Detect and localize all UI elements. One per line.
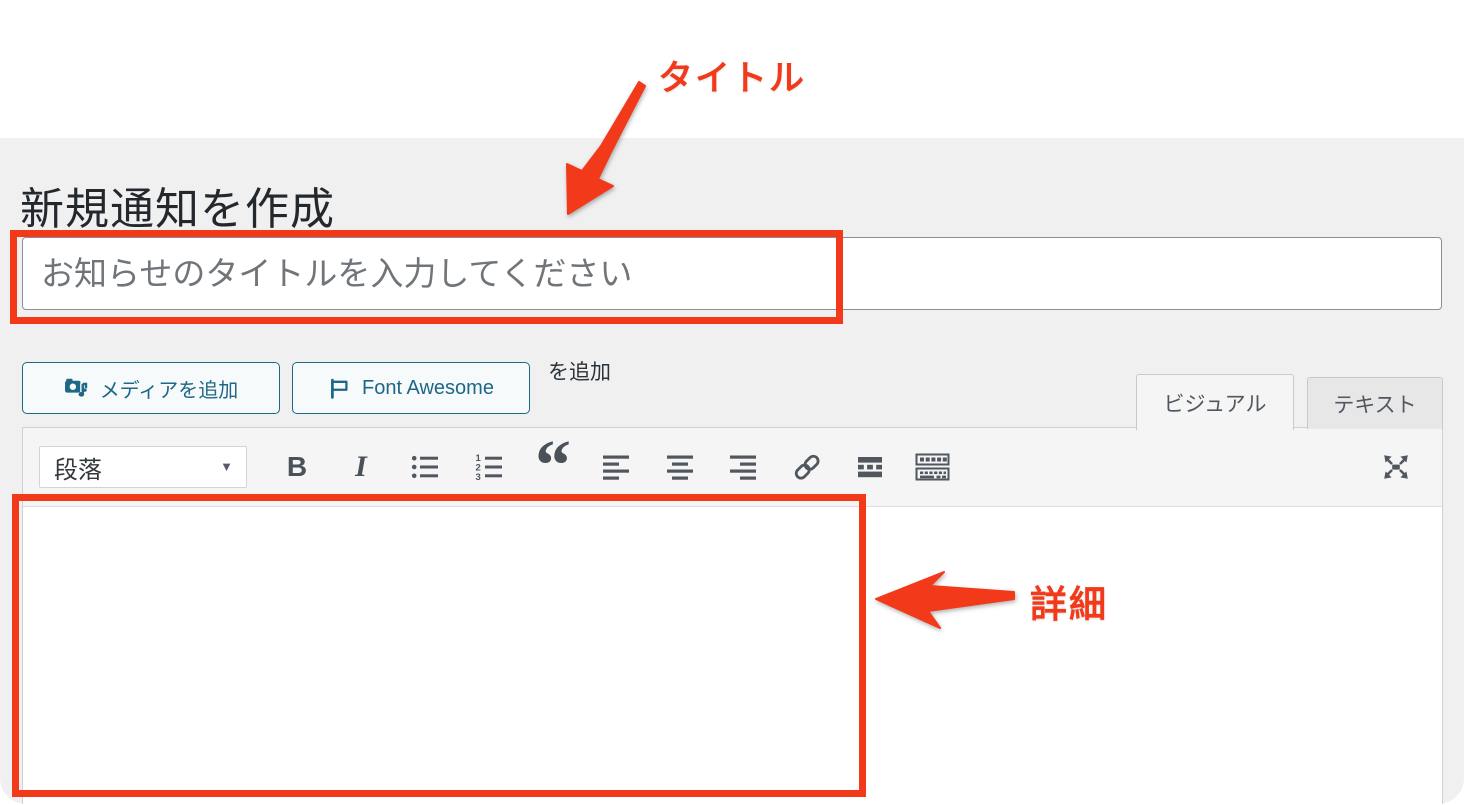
- italic-icon: I: [355, 450, 367, 484]
- paragraph-dropdown[interactable]: 段落 ▼: [39, 446, 247, 488]
- align-right-icon: [728, 452, 758, 482]
- page-title: 新規通知を作成: [20, 173, 335, 237]
- bold-button[interactable]: B: [275, 441, 319, 493]
- flag-icon: [328, 377, 351, 400]
- align-center-icon: [665, 452, 695, 482]
- add-media-button[interactable]: メディアを追加: [22, 362, 280, 414]
- numbered-list-icon: 1 2 3: [474, 452, 504, 482]
- blockquote-button[interactable]: “: [531, 441, 575, 493]
- bulleted-list-button[interactable]: [403, 441, 447, 493]
- align-right-button[interactable]: [721, 441, 765, 493]
- paragraph-dropdown-label: 段落: [54, 450, 102, 485]
- tab-text-label: テキスト: [1333, 389, 1416, 419]
- tab-text[interactable]: テキスト: [1307, 377, 1443, 429]
- align-center-button[interactable]: [658, 441, 702, 493]
- editor-container: 段落 ▼ B I 1 2 3: [22, 427, 1443, 804]
- read-more-icon: [855, 452, 885, 482]
- tab-visual[interactable]: ビジュアル: [1136, 374, 1294, 430]
- numbered-list-button[interactable]: 1 2 3: [467, 441, 511, 493]
- link-icon: [791, 451, 823, 483]
- chevron-down-icon: ▼: [220, 459, 233, 474]
- editor-toolbar: 段落 ▼ B I 1 2 3: [23, 428, 1442, 507]
- bold-icon: B: [287, 451, 307, 483]
- align-left-button[interactable]: [594, 441, 638, 493]
- add-media-label: メディアを追加: [100, 374, 239, 403]
- toolbar-toggle-button[interactable]: [911, 441, 955, 493]
- tab-visual-label: ビジュアル: [1164, 388, 1267, 418]
- font-awesome-button[interactable]: Font Awesome: [292, 362, 530, 414]
- blockquote-icon: “: [535, 465, 571, 495]
- font-awesome-label: Font Awesome: [362, 377, 494, 400]
- fullscreen-button[interactable]: [1374, 441, 1418, 493]
- editor-content-area[interactable]: [23, 507, 1442, 805]
- fullscreen-icon: [1379, 450, 1413, 484]
- post-title-input[interactable]: [22, 237, 1442, 310]
- italic-button[interactable]: I: [339, 441, 383, 493]
- svg-text:3: 3: [476, 472, 481, 482]
- title-annotation-label: タイトル: [658, 50, 806, 101]
- media-icon: [64, 376, 89, 401]
- insert-link-button[interactable]: [785, 441, 829, 493]
- toolbar-toggle-icon: [915, 453, 951, 481]
- align-left-icon: [601, 452, 631, 482]
- after-buttons-text: を追加: [548, 360, 611, 386]
- bulleted-list-icon: [410, 452, 440, 482]
- read-more-button[interactable]: [848, 441, 892, 493]
